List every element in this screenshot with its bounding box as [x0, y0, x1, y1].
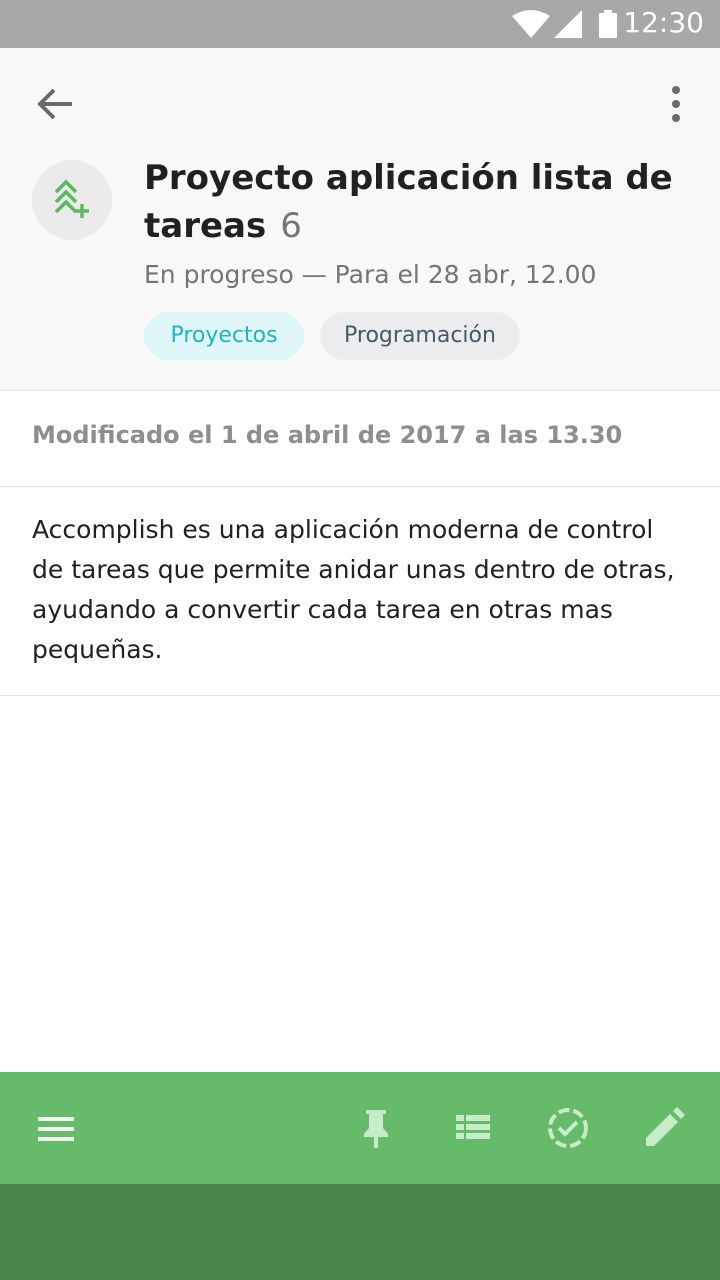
bottom-toolbar	[0, 1072, 720, 1184]
nested-tasks-add-icon	[54, 179, 89, 218]
tag-chip-programacion[interactable]: Programación	[320, 312, 520, 360]
system-navigation-bar	[0, 1184, 720, 1280]
subtasks-list-button[interactable]	[444, 1100, 500, 1156]
modified-date: Modificado el 1 de abril de 2017 a las 1…	[32, 421, 623, 449]
modified-row: Modificado el 1 de abril de 2017 a las 1…	[0, 391, 720, 487]
battery-icon	[599, 10, 617, 38]
menu-button[interactable]	[28, 1100, 84, 1156]
pin-icon	[364, 1110, 388, 1148]
arrow-back-icon	[37, 88, 72, 120]
back-button[interactable]	[28, 82, 84, 138]
subtask-count: 6	[280, 206, 302, 246]
task-avatar[interactable]	[32, 160, 112, 240]
status-bar: 12:30	[0, 0, 720, 48]
progress-button[interactable]	[540, 1100, 596, 1156]
description-section[interactable]: Accomplish es una aplicación moderna de …	[0, 488, 720, 696]
task-title: Proyecto aplicación lista de tareas 6	[144, 154, 684, 250]
task-title-text: Proyecto aplicación lista de tareas	[144, 158, 673, 246]
wifi-icon	[512, 10, 550, 38]
status-time: 12:30	[623, 6, 704, 39]
tag-chip-proyectos[interactable]: Proyectos	[144, 312, 304, 360]
more-options-button[interactable]	[650, 82, 702, 138]
signal-icon	[554, 10, 582, 38]
list-icon	[456, 1115, 490, 1139]
progress-check-icon	[548, 1108, 588, 1148]
task-header: Proyecto aplicación lista de tareas 6 En …	[0, 48, 720, 391]
menu-icon	[38, 1117, 74, 1141]
task-status-due: En progreso — Para el 28 abr, 12.00	[144, 260, 597, 289]
edit-button[interactable]	[636, 1100, 692, 1156]
pin-button[interactable]	[348, 1100, 404, 1156]
edit-icon	[646, 1107, 685, 1146]
more-vertical-icon	[672, 86, 680, 122]
task-description: Accomplish es una aplicación moderna de …	[32, 515, 675, 664]
